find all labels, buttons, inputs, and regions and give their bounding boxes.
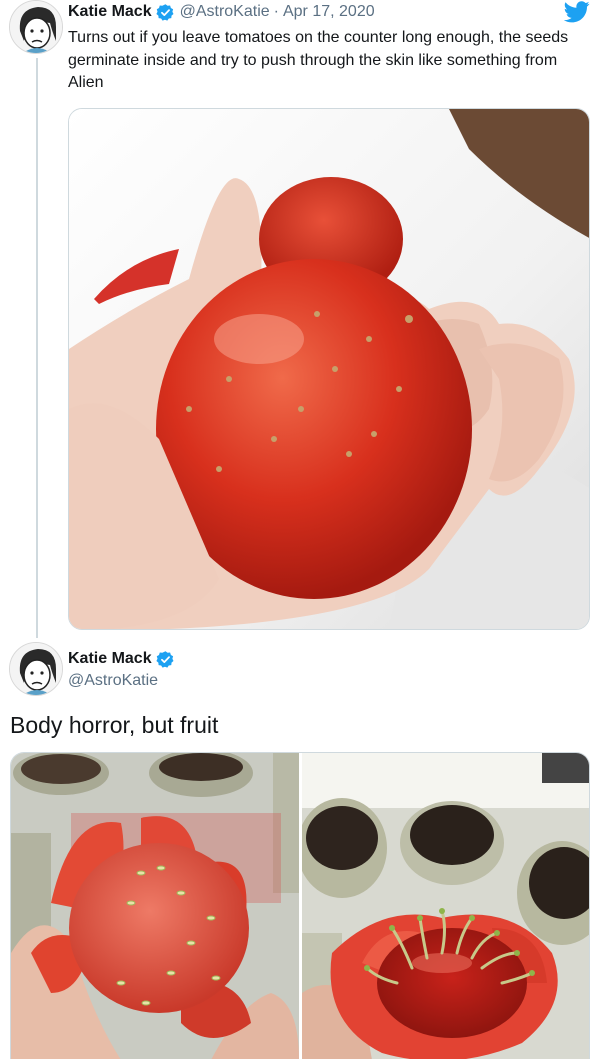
opened-tomato-photo — [11, 753, 299, 1059]
author-avatar[interactable] — [9, 0, 63, 54]
tweet2-header: Katie Mack — [68, 648, 180, 670]
sprouting-tomato-photo — [302, 753, 589, 1059]
tweet2-photo-grid — [10, 752, 590, 1059]
tweet2-photo-right[interactable] — [302, 753, 589, 1059]
author-handle[interactable]: @AstroKatie — [68, 672, 158, 690]
twitter-bird-icon[interactable] — [564, 1, 590, 23]
author-handle[interactable]: @AstroKatie — [180, 3, 270, 21]
separator-dot: · — [273, 3, 279, 20]
thread-connector-line — [36, 58, 38, 638]
cartoon-avatar-icon — [10, 643, 62, 695]
verified-badge-icon — [155, 650, 174, 668]
tweet2-photo-left[interactable] — [11, 753, 299, 1059]
cartoon-avatar-icon — [10, 1, 62, 53]
tweet2-text: Body horror, but fruit — [10, 712, 219, 738]
author-name[interactable]: Katie Mack — [68, 3, 152, 21]
tomato-in-hand-photo — [69, 109, 589, 629]
author-name[interactable]: Katie Mack — [68, 650, 152, 668]
author-avatar[interactable] — [9, 642, 63, 696]
tweet1-text: Turns out if you leave tomatoes on the c… — [68, 29, 569, 91]
tweet-date[interactable]: Apr 17, 2020 — [283, 3, 375, 21]
tweet1-header: Katie Mack @AstroKatie · Apr 17, 2020 — [68, 0, 375, 24]
verified-badge-icon — [155, 3, 174, 21]
tweet1-photo[interactable] — [68, 108, 590, 630]
